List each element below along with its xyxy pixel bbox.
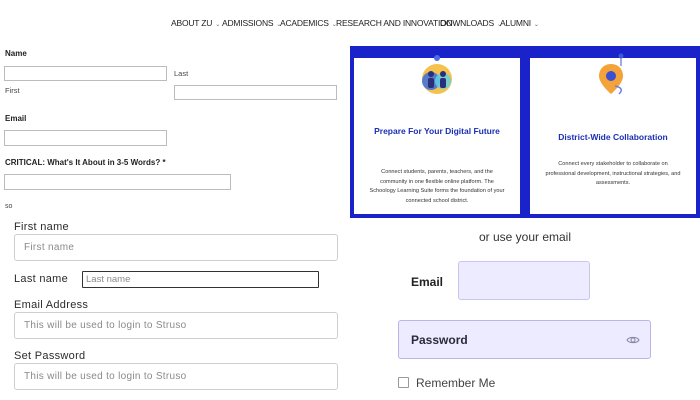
or-use-email-text: or use your email xyxy=(478,230,572,244)
password-input[interactable]: Password xyxy=(398,320,651,359)
remember-me-checkbox[interactable] xyxy=(398,377,409,388)
nav-item-admissions[interactable]: ADMISSIONS ⌄ xyxy=(222,18,281,28)
nav-item-academics[interactable]: ACADEMICS ⌄ xyxy=(280,18,337,28)
footer-text: so xyxy=(5,203,13,210)
top-navigation: ABOUT ZU ⌄ ADMISSIONS ⌄ ACADEMICS ⌄ RESEARC… xyxy=(0,0,700,47)
chevron-down-icon: ⌄ xyxy=(215,22,221,28)
email-input[interactable] xyxy=(4,130,167,146)
last-name-input[interactable] xyxy=(174,85,337,100)
critical-input[interactable] xyxy=(4,174,231,190)
card-title: Prepare For Your Digital Future xyxy=(374,126,500,136)
first-name-field[interactable]: First name xyxy=(14,234,338,261)
nav-item-about[interactable]: ABOUT ZU ⌄ xyxy=(171,18,220,28)
email-address-field[interactable]: This will be used to login to Struso xyxy=(14,312,338,339)
nav-item-alumni[interactable]: ALUMNI ⌄ xyxy=(500,18,539,28)
email-label: Email xyxy=(411,275,444,289)
people-circle-icon xyxy=(422,55,452,94)
card-title: District-Wide Collaboration xyxy=(558,132,668,142)
first-name-label: First name xyxy=(14,221,69,233)
first-name-input[interactable] xyxy=(4,66,167,81)
signup-form: First name First name Last name Last nam… xyxy=(0,214,350,400)
email-input[interactable] xyxy=(458,261,590,300)
chevron-down-icon: ⌄ xyxy=(533,22,539,28)
password-label: Password xyxy=(411,333,468,347)
set-password-field[interactable]: This will be used to login to Struso xyxy=(14,363,338,390)
name-label: Name xyxy=(5,49,27,58)
critical-label: CRITICAL: What's It About in 3-5 Words? … xyxy=(5,158,166,167)
eye-icon[interactable] xyxy=(626,333,640,347)
last-sublabel: Last xyxy=(174,69,189,78)
nav-label: ABOUT ZU xyxy=(171,18,213,28)
login-form: or use your email Email Password Remembe… xyxy=(350,218,700,400)
map-pin-icon xyxy=(599,53,624,95)
remember-me-label: Remember Me xyxy=(416,376,496,390)
card-description: Connect every stakeholder to collaborate… xyxy=(545,161,681,186)
nav-item-downloads[interactable]: DOWNLOADS ⌄ xyxy=(440,18,502,28)
card-description: Connect students, parents, teachers, and… xyxy=(369,169,505,204)
last-name-field[interactable]: Last name xyxy=(82,271,319,288)
feature-card-digital-future: Prepare For Your Digital Future Connect … xyxy=(354,55,520,214)
nav-label: DOWNLOADS xyxy=(440,18,494,28)
features-panel: Prepare For Your Digital Future Connect … xyxy=(350,46,700,218)
feature-card-collaboration: District-Wide Collaboration Connect ever… xyxy=(530,53,696,214)
nav-label: ALUMNI xyxy=(500,18,531,28)
first-sublabel: First xyxy=(5,86,20,95)
set-password-label: Set Password xyxy=(14,350,86,362)
last-name-label: Last name xyxy=(14,273,69,285)
nav-label: ACADEMICS xyxy=(280,18,329,28)
email-label: Email xyxy=(5,114,27,123)
nav-label: ADMISSIONS xyxy=(222,18,274,28)
nav-label: RESEARCH AND INNOVATION xyxy=(336,18,453,28)
email-address-label: Email Address xyxy=(14,299,89,311)
contact-form: Name Last First Email CRITICAL: What's I… xyxy=(0,46,350,214)
